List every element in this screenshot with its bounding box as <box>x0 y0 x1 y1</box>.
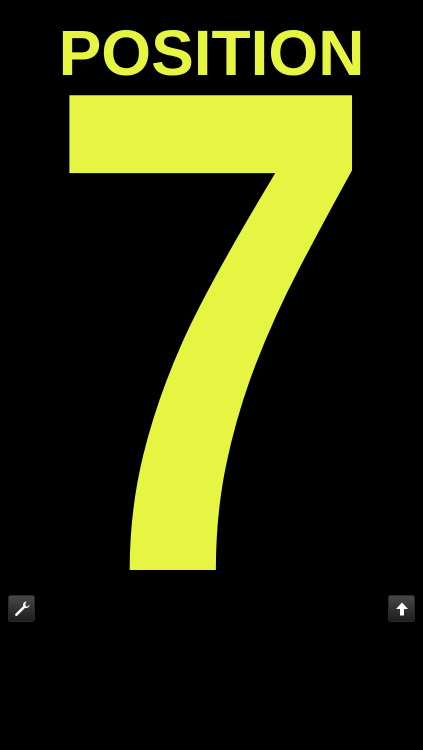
wrench-icon <box>14 601 30 616</box>
share-button[interactable] <box>388 595 415 622</box>
position-number-text: 7 <box>44 50 379 590</box>
position-number: 7 <box>0 50 423 590</box>
arrow-up-icon <box>395 602 408 615</box>
settings-button[interactable] <box>8 595 35 622</box>
